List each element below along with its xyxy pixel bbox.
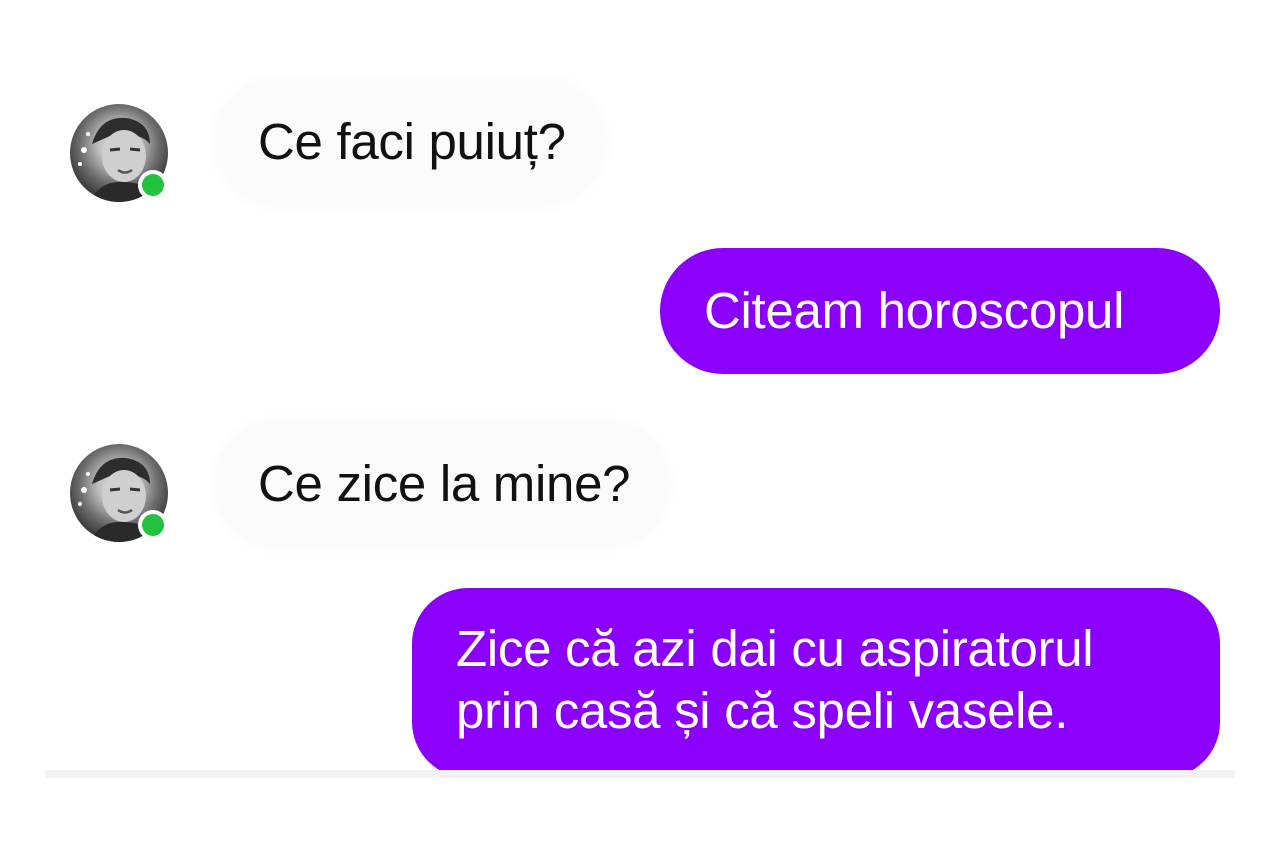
message-text-line: prin casă și că speli vasele. <box>456 682 1069 739</box>
online-status-icon <box>138 170 168 200</box>
chat-thread: Ce faci puiuț? Citeam horoscopul Ce zice… <box>0 0 1280 850</box>
message-text-line: Zice că azi dai cu aspiratorul <box>456 620 1094 677</box>
message-bubble-outgoing[interactable]: Citeam horoscopul <box>660 248 1220 374</box>
contact-avatar[interactable] <box>70 444 168 542</box>
contact-avatar[interactable] <box>70 104 168 202</box>
message-bubble-incoming[interactable]: Ce zice la mine? <box>216 422 669 546</box>
message-text: Ce zice la mine? <box>258 455 631 512</box>
message-text: Citeam horoscopul <box>704 282 1125 339</box>
composer-divider <box>45 770 1235 778</box>
message-bubble-outgoing[interactable]: Zice că azi dai cu aspiratorul prin casă… <box>412 588 1220 778</box>
message-text: Ce faci puiuț? <box>258 113 566 170</box>
message-bubble-incoming[interactable]: Ce faci puiuț? <box>216 80 604 204</box>
online-status-icon <box>138 510 168 540</box>
